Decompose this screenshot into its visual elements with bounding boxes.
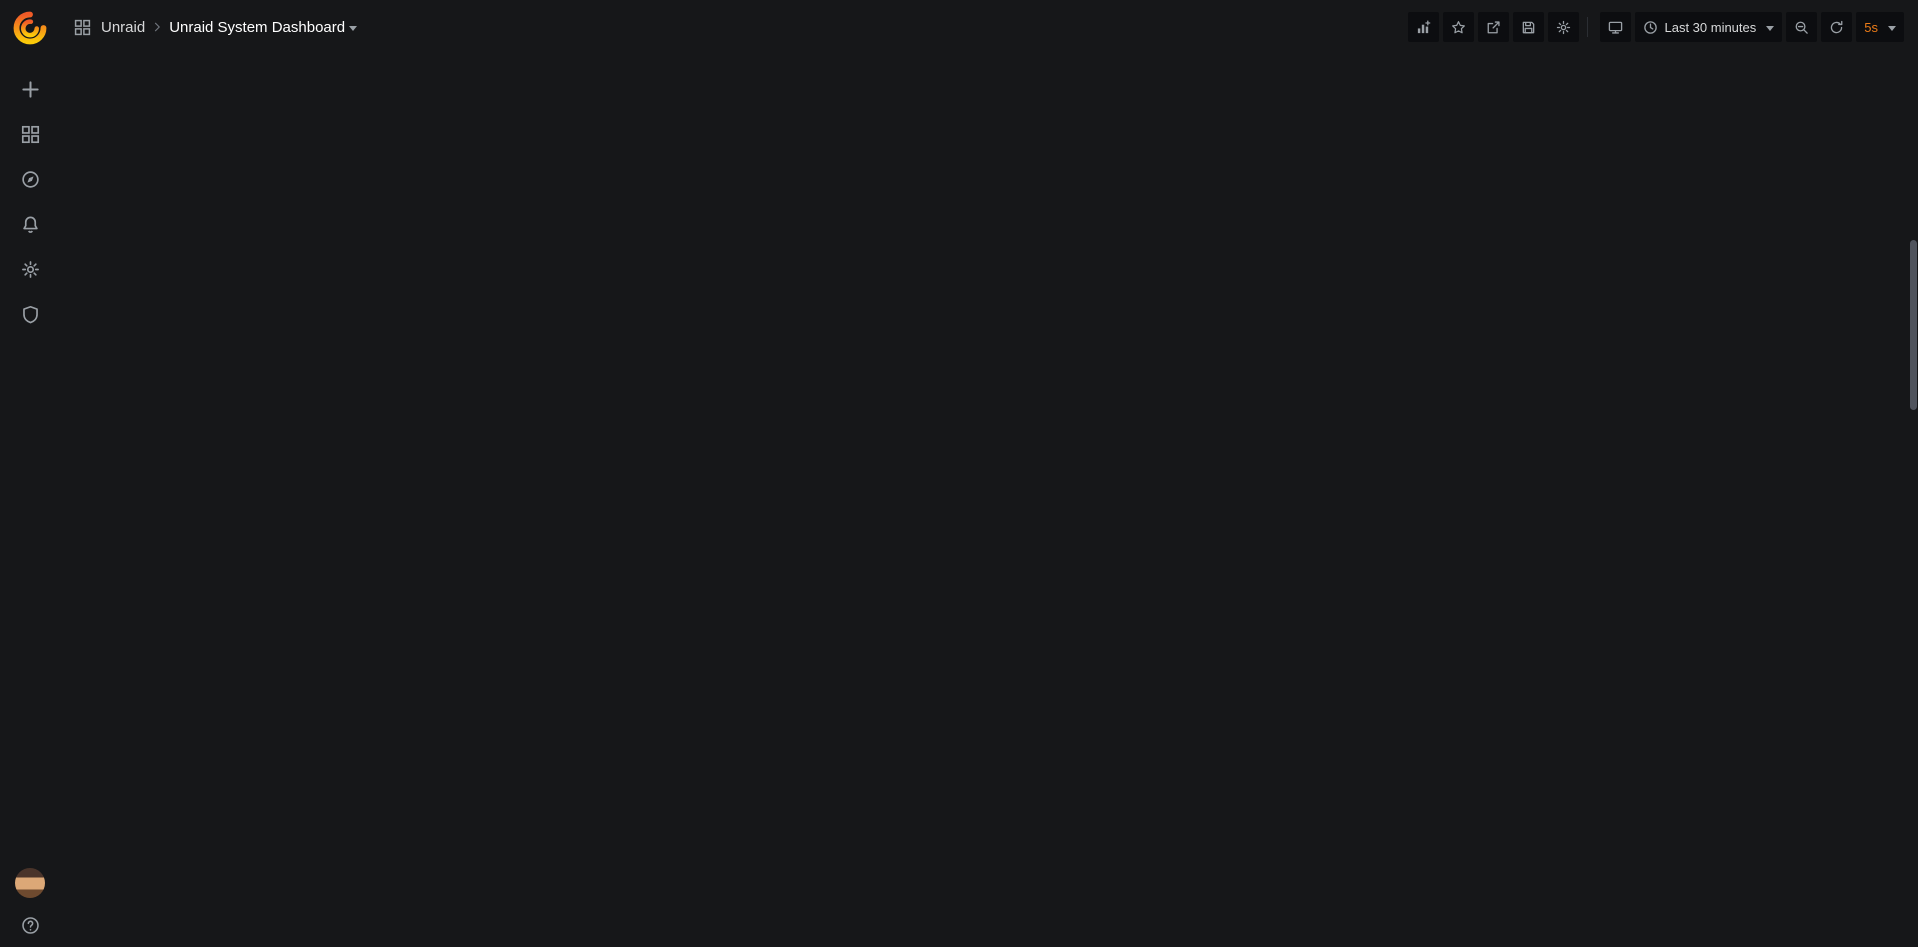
scrollbar[interactable]	[1910, 240, 1917, 410]
refresh-button[interactable]	[1821, 12, 1852, 42]
dashboard-settings-button[interactable]	[1548, 12, 1579, 42]
divider	[1587, 17, 1588, 37]
avatar[interactable]	[15, 868, 45, 898]
alerting-icon[interactable]	[21, 215, 40, 234]
breadcrumb-org[interactable]: Unraid	[101, 19, 145, 36]
sidebar	[0, 0, 60, 947]
dashboard-canvas: kWh Price0.65 Currencykr UPS Max Output …	[60, 54, 92, 60]
chevron-down-icon	[1766, 26, 1774, 35]
explore-icon[interactable]	[21, 170, 40, 189]
create-icon[interactable]	[21, 80, 40, 99]
time-range-picker[interactable]: Last 30 minutes	[1635, 12, 1782, 42]
navbar: Unraid Unraid System Dashboard Last 30 m…	[60, 0, 1918, 54]
save-button[interactable]	[1513, 12, 1544, 42]
dashboards-icon[interactable]	[21, 125, 40, 144]
add-panel-button[interactable]	[1408, 12, 1439, 42]
refresh-interval-picker[interactable]: 5s	[1856, 12, 1904, 42]
dashboard-icon	[74, 19, 91, 36]
grafana-app: Unraid Unraid System Dashboard Last 30 m…	[0, 0, 1918, 947]
cycle-view-button[interactable]	[1600, 12, 1631, 42]
zoom-out-button[interactable]	[1786, 12, 1817, 42]
chevron-right-icon	[151, 21, 163, 33]
help-icon[interactable]	[21, 916, 40, 935]
grafana-logo[interactable]	[12, 10, 48, 46]
chevron-down-icon	[1888, 26, 1896, 35]
configuration-icon[interactable]	[21, 260, 40, 279]
chevron-down-icon[interactable]	[349, 26, 357, 35]
share-button[interactable]	[1478, 12, 1509, 42]
star-button[interactable]	[1443, 12, 1474, 42]
dashboard-title[interactable]: Unraid System Dashboard	[169, 19, 345, 36]
server-admin-icon[interactable]	[21, 305, 40, 324]
